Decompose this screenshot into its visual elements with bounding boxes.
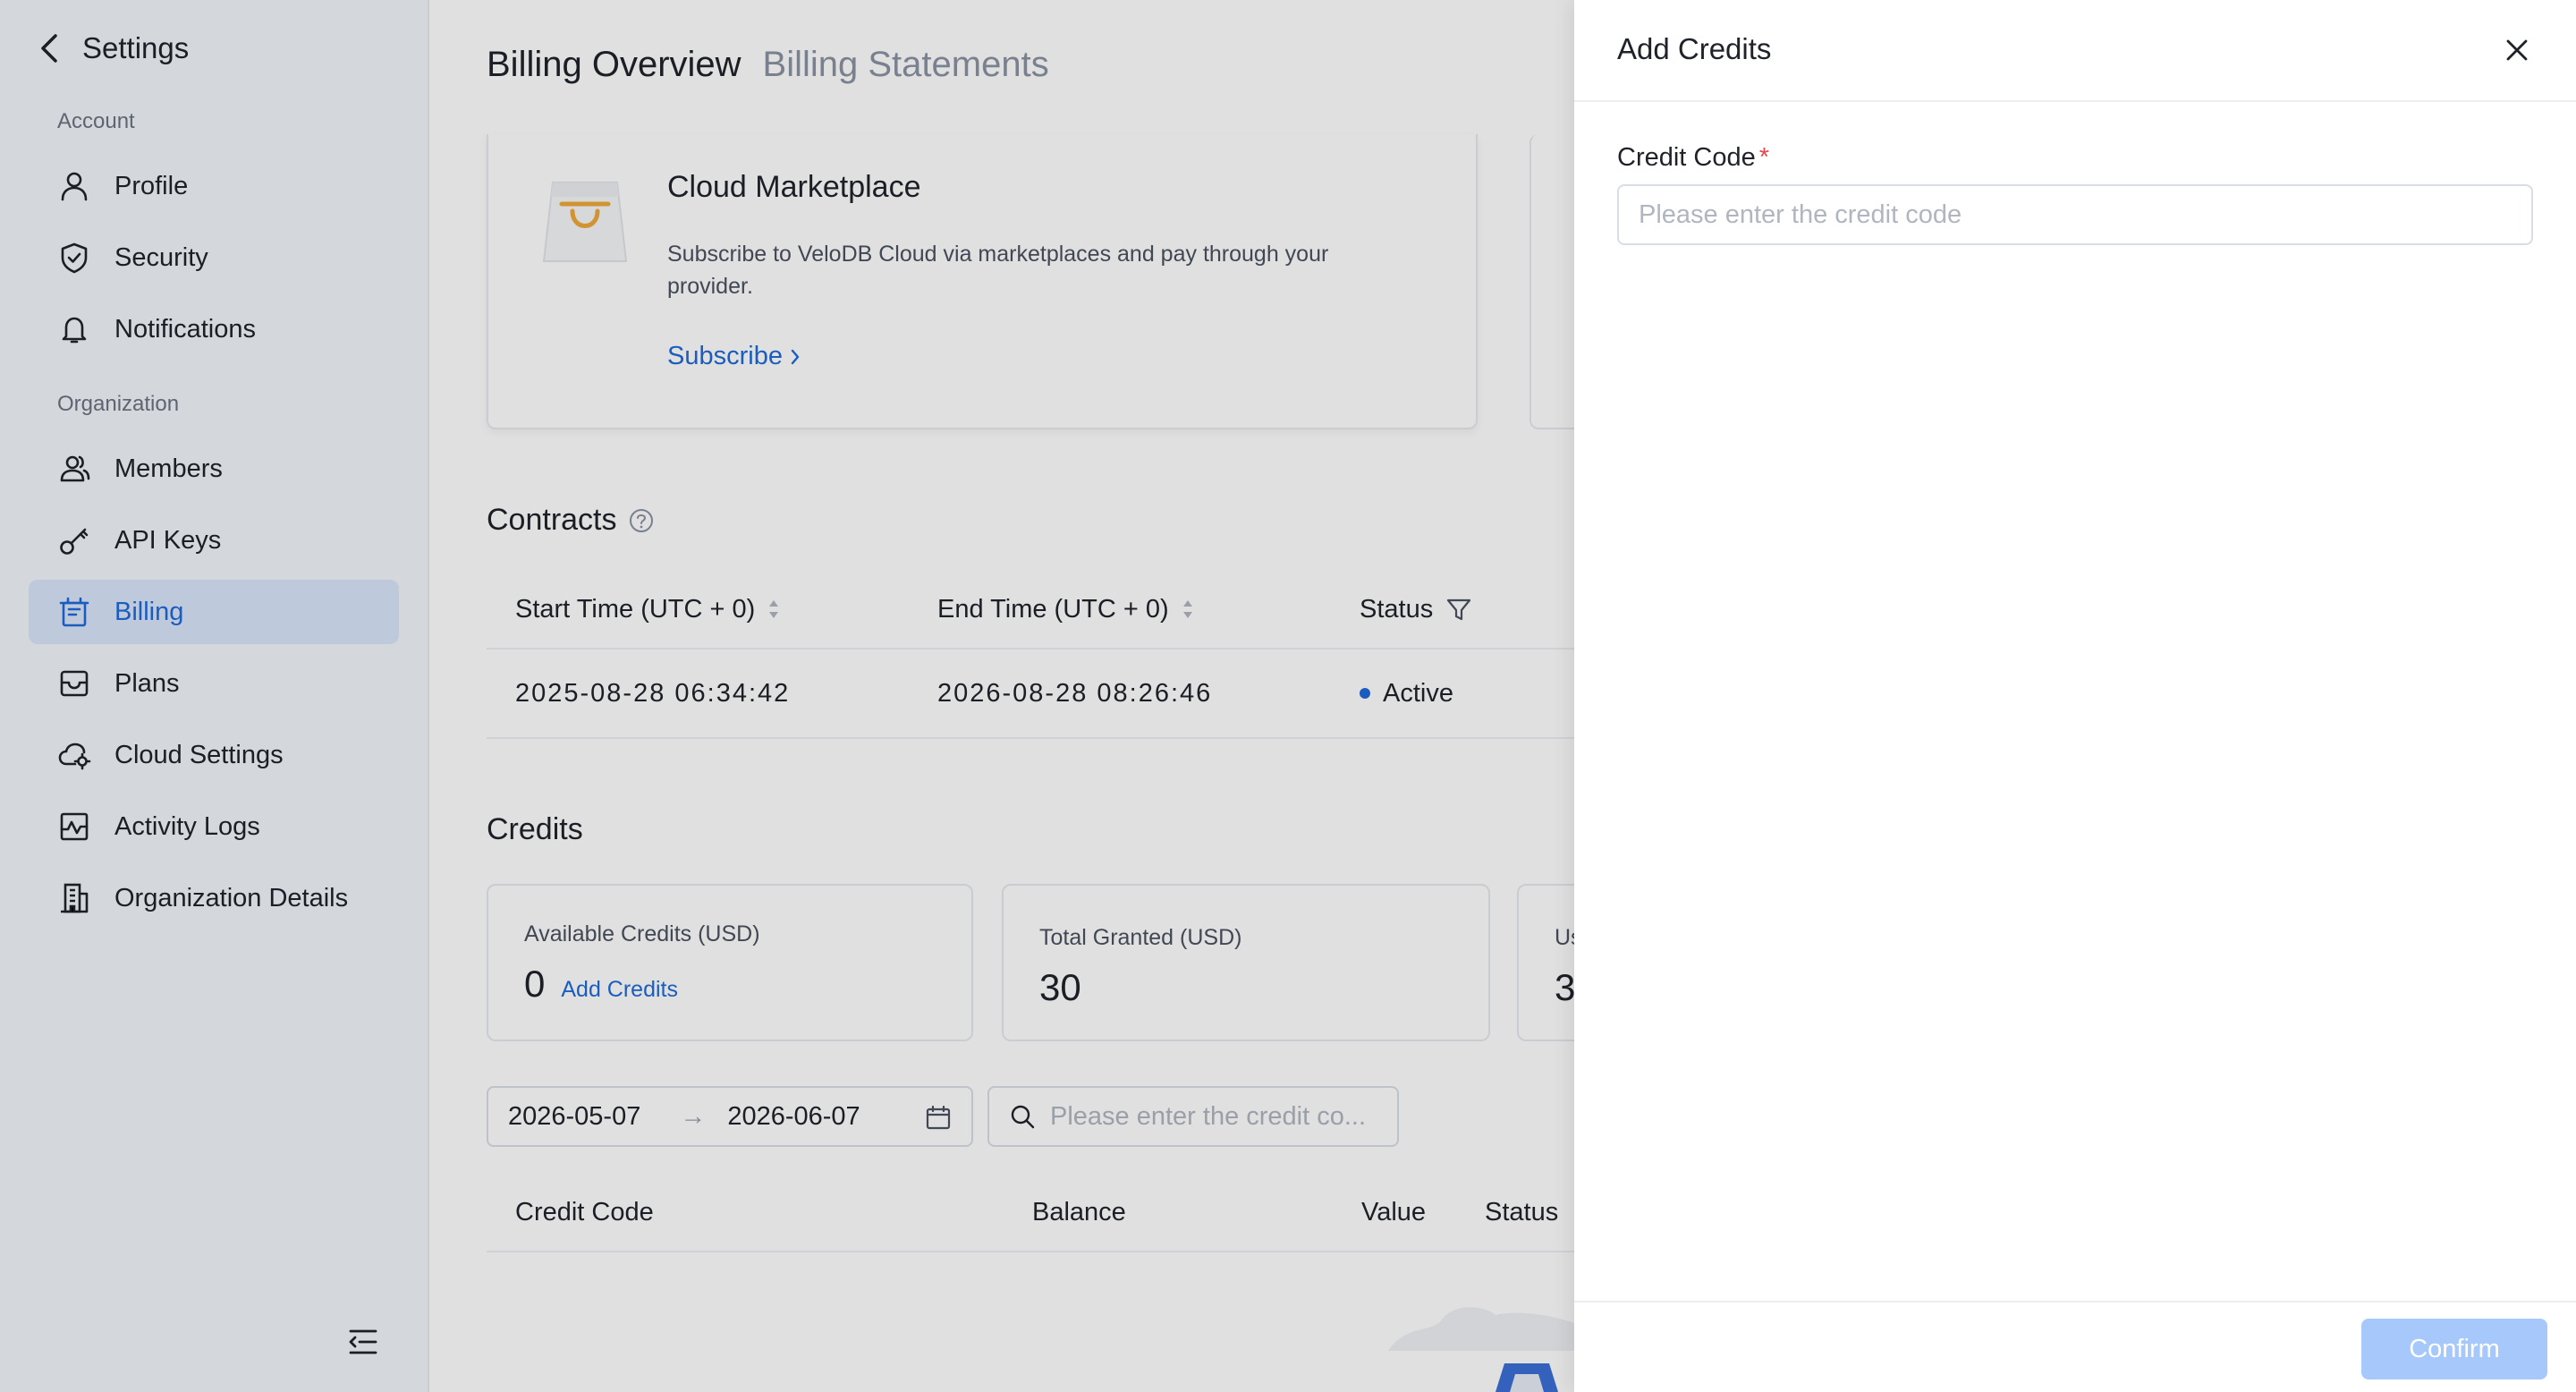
- close-icon[interactable]: [2501, 34, 2533, 66]
- required-mark: *: [1758, 143, 1770, 172]
- modal-overlay[interactable]: [0, 0, 1574, 1392]
- drawer-header: Add Credits: [1574, 0, 2576, 102]
- drawer-title: Add Credits: [1617, 32, 1772, 65]
- confirm-button[interactable]: Confirm: [2361, 1319, 2547, 1379]
- drawer-footer: Confirm: [1574, 1301, 2576, 1392]
- credit-code-label-text: Credit Code: [1617, 143, 1756, 172]
- credit-code-input[interactable]: [1617, 184, 2533, 245]
- credit-code-label: Credit Code *: [1617, 143, 1769, 173]
- add-credits-drawer: Add Credits Credit Code* Confirm: [1574, 0, 2576, 1392]
